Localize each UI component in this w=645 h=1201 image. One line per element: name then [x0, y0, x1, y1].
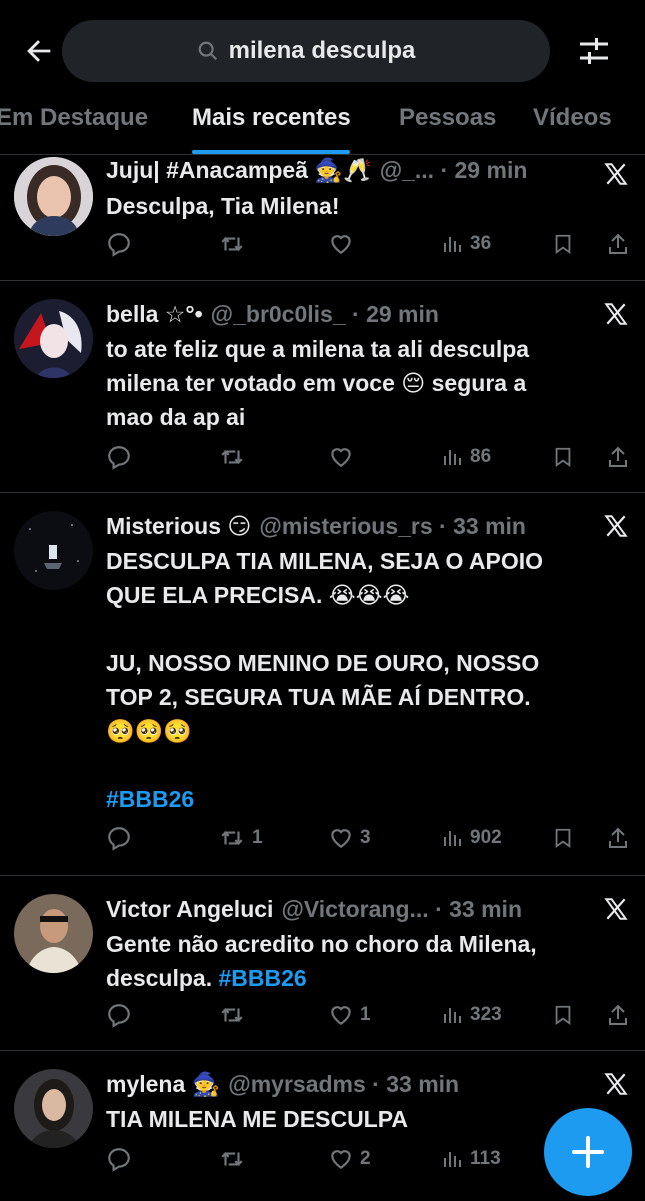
avatar[interactable] — [14, 157, 93, 236]
search-query: milena desculpa — [228, 37, 416, 64]
bookmark-button[interactable] — [552, 444, 574, 470]
author-handle[interactable]: @misterious_rs · 33 min — [259, 513, 526, 540]
post[interactable]: Victor Angeluci @Victorang... · 33 min G… — [0, 876, 645, 1051]
views-count[interactable]: 113 — [440, 1146, 501, 1172]
x-logo-icon — [603, 513, 629, 539]
compose-post-button[interactable] — [544, 1108, 632, 1196]
share-button[interactable] — [606, 231, 630, 257]
post-actions: 86 — [106, 444, 631, 474]
back-arrow-icon[interactable] — [22, 34, 56, 68]
avatar[interactable] — [14, 1069, 93, 1148]
author-handle[interactable]: @_... · 29 min — [380, 157, 528, 184]
post-text: Desculpa, Tia Milena! — [106, 193, 340, 219]
tab-em-destaque[interactable]: Em Destaque — [0, 104, 148, 132]
x-logo-icon — [603, 1071, 629, 1097]
like-button[interactable]: 1 — [328, 1002, 371, 1028]
share-button[interactable] — [606, 444, 630, 470]
avatar[interactable] — [14, 511, 93, 590]
avatar[interactable] — [14, 894, 93, 973]
like-button[interactable] — [328, 444, 354, 470]
author-handle[interactable]: @_br0c0lis_ · 29 min — [211, 301, 439, 328]
repost-button[interactable] — [218, 231, 246, 257]
x-logo-icon — [603, 301, 629, 327]
bookmark-button[interactable] — [552, 1002, 574, 1028]
post[interactable]: Misterious 😏 @misterious_rs · 33 min DES… — [0, 493, 645, 876]
like-button[interactable]: 2 — [328, 1146, 371, 1172]
search-tabs: Em Destaque Mais recentes Pessoas Vídeos — [0, 98, 645, 155]
views-count[interactable]: 86 — [440, 444, 491, 470]
views-count[interactable]: 902 — [440, 825, 502, 851]
post-actions: 36 — [106, 231, 631, 261]
filter-settings-icon[interactable] — [576, 34, 612, 68]
repost-button[interactable]: 1 — [218, 825, 263, 851]
plus-icon — [572, 1136, 604, 1168]
active-tab-indicator — [192, 150, 350, 154]
repost-button[interactable] — [218, 1146, 246, 1172]
search-input[interactable]: milena desculpa — [62, 20, 550, 82]
repost-button[interactable] — [218, 444, 246, 470]
bookmark-button[interactable] — [552, 825, 574, 851]
author-handle[interactable]: @Victorang... · 33 min — [281, 896, 522, 923]
author-name[interactable]: Juju| #Anacampeã 🧙🥂 — [106, 157, 372, 184]
like-button[interactable] — [328, 231, 354, 257]
share-button[interactable] — [606, 825, 630, 851]
x-logo-icon — [603, 896, 629, 922]
x-logo-icon — [603, 161, 629, 187]
hashtag-link[interactable]: #BBB26 — [219, 965, 307, 991]
author-name[interactable]: Victor Angeluci — [106, 896, 273, 923]
post-actions: 1 3 902 — [106, 825, 631, 855]
author-name[interactable]: bella ☆°• — [106, 301, 203, 328]
avatar[interactable] — [14, 299, 93, 378]
tab-mais-recentes[interactable]: Mais recentes — [192, 104, 351, 132]
reply-button[interactable] — [106, 825, 132, 851]
views-count[interactable]: 323 — [440, 1002, 502, 1028]
tab-pessoas[interactable]: Pessoas — [399, 104, 496, 132]
reply-button[interactable] — [106, 1146, 132, 1172]
hashtag-link[interactable]: #BBB26 — [106, 782, 626, 816]
author-name[interactable]: Misterious 😏 — [106, 513, 251, 540]
search-icon — [198, 41, 217, 61]
bookmark-button[interactable] — [552, 231, 574, 257]
like-button[interactable]: 3 — [328, 825, 371, 851]
author-name[interactable]: mylena 🧙 — [106, 1071, 220, 1098]
reply-button[interactable] — [106, 231, 132, 257]
post-text: Gente não acredito no choro da Milena, d… — [106, 931, 537, 991]
views-count[interactable]: 36 — [440, 231, 491, 257]
share-button[interactable] — [606, 1002, 630, 1028]
repost-button[interactable] — [218, 1002, 246, 1028]
post-actions: 1 323 — [106, 1002, 631, 1032]
author-handle[interactable]: @myrsadms · 33 min — [228, 1071, 459, 1098]
post[interactable]: Juju| #Anacampeã 🧙🥂 @_... · 29 min Descu… — [0, 155, 645, 281]
top-bar: milena desculpa — [0, 0, 645, 98]
reply-button[interactable] — [106, 444, 132, 470]
tab-videos[interactable]: Vídeos — [533, 104, 612, 132]
reply-button[interactable] — [106, 1002, 132, 1028]
post-text: DESCULPA TIA MILENA, SEJA O APOIO QUE EL… — [106, 544, 626, 816]
post-text: to ate feliz que a milena ta ali desculp… — [106, 336, 530, 430]
post[interactable]: bella ☆°• @_br0c0lis_ · 29 min to ate fe… — [0, 281, 645, 493]
